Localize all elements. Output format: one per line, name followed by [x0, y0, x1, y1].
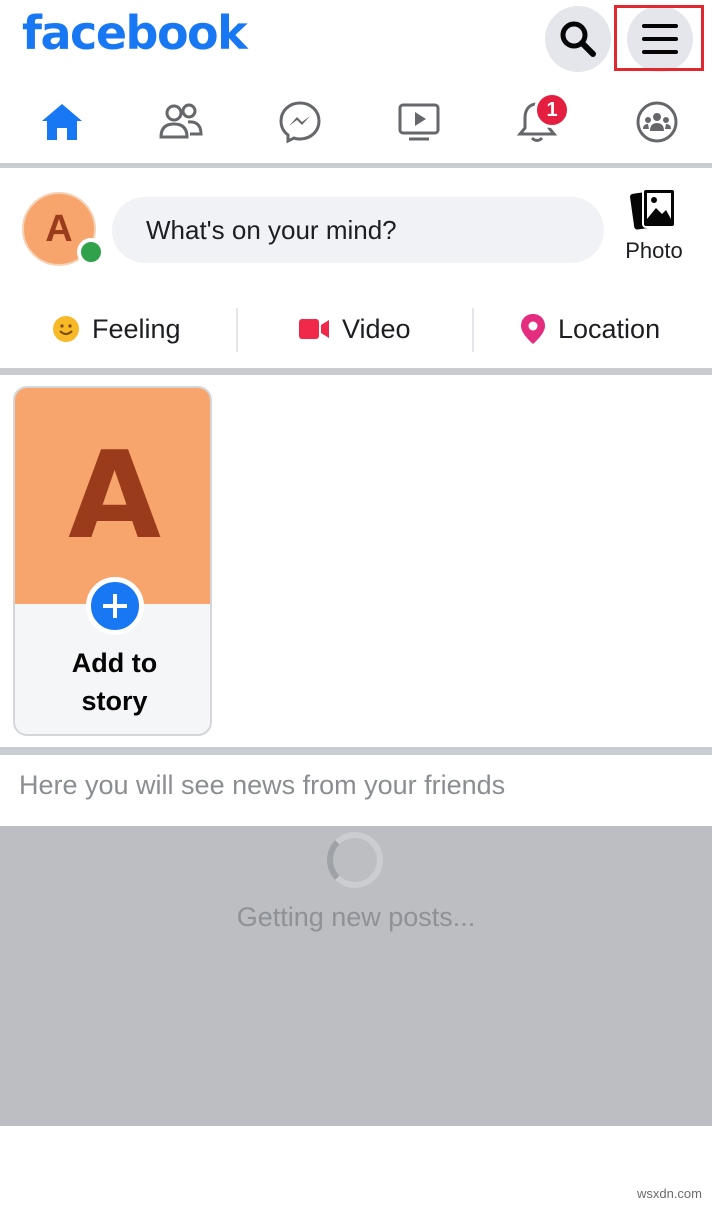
- notification-badge: 1: [534, 92, 570, 128]
- whats-on-your-mind-input[interactable]: What's on your mind?: [112, 197, 604, 263]
- search-button[interactable]: [545, 6, 611, 72]
- watermark: wsxdn.com: [636, 1186, 702, 1201]
- location-label: Location: [558, 313, 661, 344]
- home-icon: [42, 104, 82, 140]
- news-feed-message: Here you will see news from your friends: [19, 770, 506, 800]
- video-icon: [398, 103, 440, 141]
- video-button[interactable]: Video: [298, 300, 411, 358]
- online-status-dot: [77, 238, 105, 266]
- search-icon: [560, 21, 596, 57]
- smiley-icon: [53, 316, 79, 342]
- messenger-icon: [279, 101, 321, 144]
- tab-home[interactable]: [22, 82, 102, 162]
- location-pin-icon: [521, 314, 545, 344]
- facebook-logo[interactable]: facebook: [22, 6, 248, 60]
- divider: [0, 163, 712, 168]
- tab-bar: [0, 82, 712, 162]
- loading-text: Getting new posts...: [236, 902, 476, 932]
- loading-spinner-icon: [327, 832, 383, 888]
- plus-icon: [86, 577, 144, 635]
- story-avatar: A: [15, 388, 210, 604]
- story-label: Add to story: [15, 644, 210, 720]
- photo-button[interactable]: Photo: [612, 188, 696, 272]
- story-label-line1: Add to: [71, 648, 158, 678]
- tab-watch[interactable]: [379, 82, 459, 162]
- tab-groups[interactable]: [617, 82, 697, 162]
- menu-highlight-box: [614, 5, 704, 71]
- divider: [0, 747, 712, 755]
- top-bar: facebook: [0, 0, 712, 80]
- photo-label: Photo: [625, 238, 683, 263]
- divider: [0, 368, 712, 375]
- video-label: Video: [342, 313, 411, 344]
- feeling-button[interactable]: Feeling: [52, 300, 181, 358]
- feeling-label: Feeling: [92, 313, 181, 344]
- divider: [472, 308, 474, 352]
- story-label-line2: story: [81, 686, 148, 716]
- photo-icon: [630, 188, 676, 230]
- add-to-story-card[interactable]: A Add to story: [13, 386, 212, 736]
- video-camera-icon: [299, 319, 329, 339]
- tab-messenger[interactable]: [260, 82, 340, 162]
- friends-icon: [159, 103, 203, 139]
- groups-icon: [636, 101, 678, 143]
- location-button[interactable]: Location: [520, 300, 660, 358]
- composer-actions: Feeling Video Location: [0, 300, 712, 358]
- divider: [236, 308, 238, 352]
- tab-friends[interactable]: [141, 82, 221, 162]
